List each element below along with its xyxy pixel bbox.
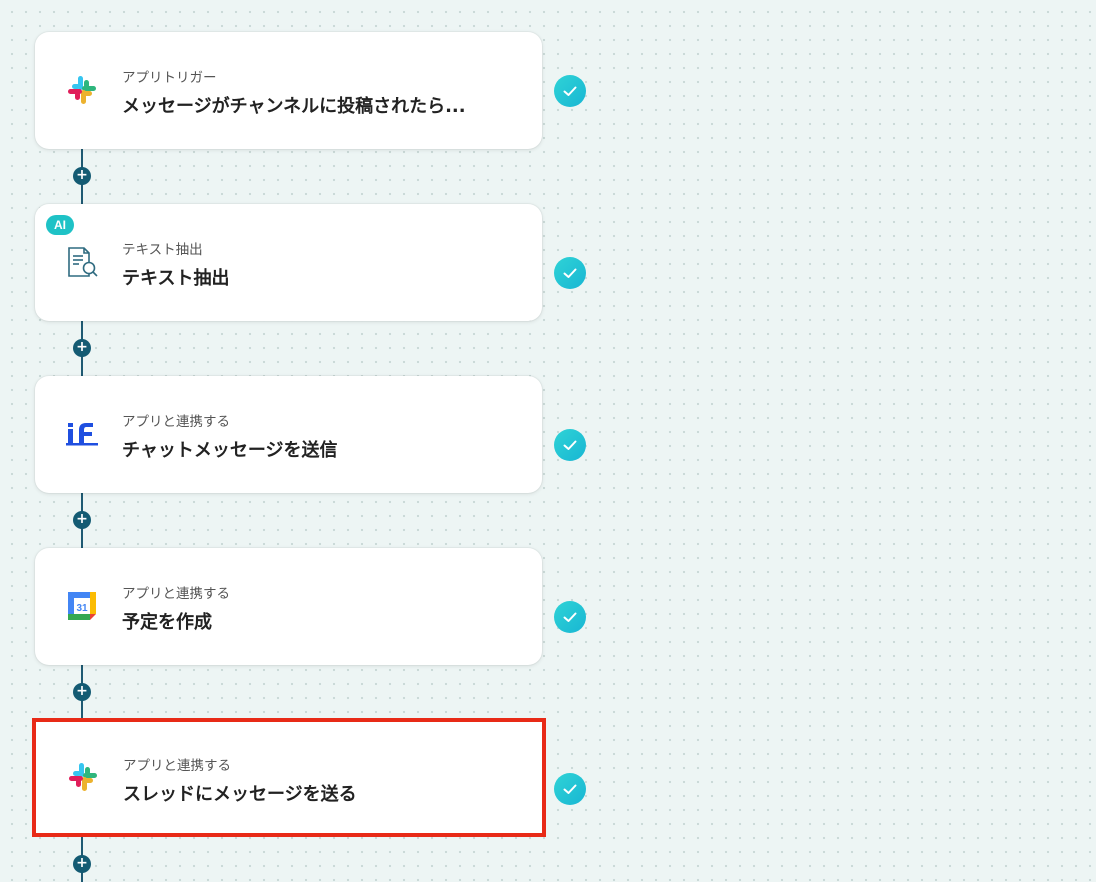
step-type-label: アプリと連携する [122,414,230,430]
step-card-create-event[interactable]: 31 アプリと連携する 予定を作成 [35,548,542,665]
step-card-trigger[interactable]: アプリトリガー メッセージがチャンネルに投稿されたら... [35,32,542,149]
slack-icon [65,73,99,107]
add-step-button[interactable]: + [73,167,91,185]
step-title: スレッドにメッセージを送る [123,784,357,805]
svg-text:31: 31 [76,603,88,614]
completed-check-icon [554,773,586,805]
add-step-button[interactable]: + [73,339,91,357]
step-card-thread-reply[interactable]: アプリと連携する スレッドにメッセージを送る [32,718,546,837]
step-card-chat-message[interactable]: アプリと連携する チャットメッセージを送信 [35,376,542,493]
completed-check-icon [554,257,586,289]
step-title: テキスト抽出 [122,268,230,289]
step-title: メッセージがチャンネルに投稿されたら... [122,96,466,117]
add-step-button[interactable]: + [73,855,91,873]
add-step-button[interactable]: + [73,511,91,529]
step-type-label: テキスト抽出 [122,242,203,258]
step-type-label: アプリと連携する [123,758,231,774]
step-title: 予定を作成 [122,612,212,633]
completed-check-icon [554,429,586,461]
step-card-text-extract[interactable]: AI テキスト抽出 テキスト抽出 [35,204,542,321]
add-step-button[interactable]: + [73,683,91,701]
ai-badge: AI [46,215,74,235]
document-search-icon [65,245,99,279]
step-type-label: アプリと連携する [122,586,230,602]
completed-check-icon [554,75,586,107]
google-calendar-icon: 31 [65,589,99,623]
if-logo-icon [65,417,99,451]
step-title: チャットメッセージを送信 [122,440,338,461]
slack-icon [66,760,100,794]
completed-check-icon [554,601,586,633]
step-type-label: アプリトリガー [122,70,217,86]
